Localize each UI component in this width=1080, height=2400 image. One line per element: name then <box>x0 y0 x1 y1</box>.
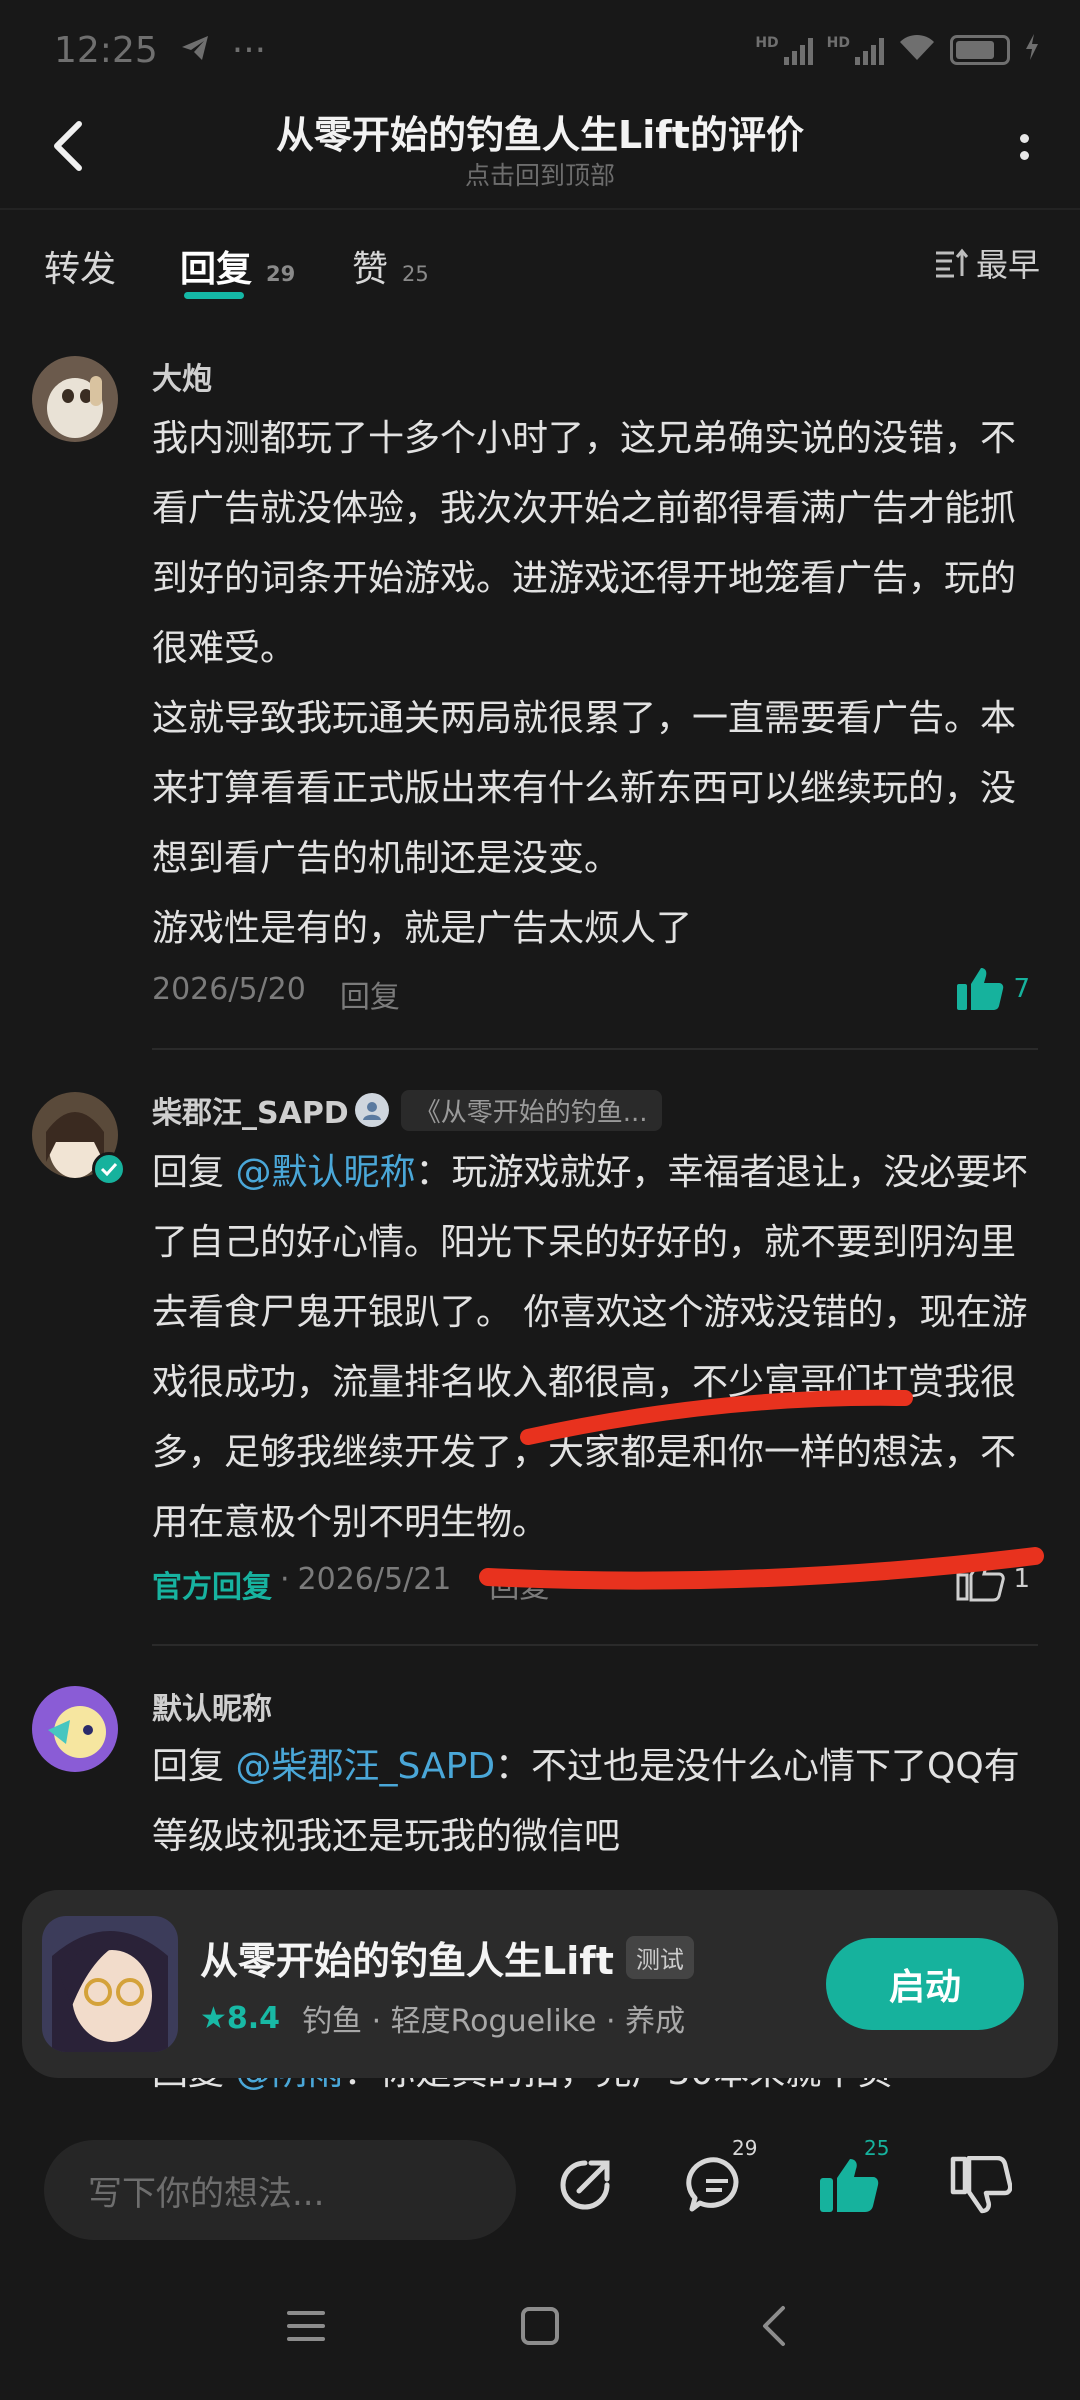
like-button-main[interactable]: 25 <box>814 2136 889 2220</box>
comment-text: 回复 @柴郡汪_SAPD：不过也是没什么心情下了QQ有等级歧视我还是玩我的微信吧 <box>152 1746 1020 1857</box>
star-icon: ★ <box>200 2000 227 2036</box>
thumbs-up-icon <box>820 2159 879 2212</box>
reply-count: 29 <box>732 2136 758 2160</box>
system-back-button[interactable] <box>744 2296 804 2356</box>
game-card[interactable]: 从零开始的钓鱼人生Lift 测试 ★8.4 钓鱼 · 轻度Roguelike ·… <box>22 1890 1058 2078</box>
avatar[interactable] <box>32 1686 118 1772</box>
game-meta: ★8.4 钓鱼 · 轻度Roguelike · 养成 <box>200 1996 685 2040</box>
action-bar: 写下你的想法... 29 25 <box>0 2110 1080 2260</box>
game-genres: 钓鱼 · 轻度Roguelike · 养成 <box>302 2004 686 2039</box>
home-button[interactable] <box>510 2296 570 2356</box>
comment-input[interactable]: 写下你的想法... <box>44 2140 516 2240</box>
comment-icon <box>686 2157 739 2212</box>
thumbs-down-icon <box>950 2156 1012 2214</box>
replies-button[interactable]: 29 <box>682 2136 757 2220</box>
chevron-left-icon <box>763 2306 785 2346</box>
comment-author[interactable]: 默认昵称 <box>152 1684 272 1728</box>
mention-link[interactable]: @柴郡汪_SAPD <box>235 1746 495 1787</box>
game-title: 从零开始的钓鱼人生Lift 测试 <box>200 1930 694 1985</box>
dislike-button[interactable] <box>946 2150 1016 2220</box>
square-icon <box>521 2307 559 2345</box>
system-navbar <box>0 2260 1080 2400</box>
share-icon <box>560 2160 610 2210</box>
launch-button[interactable]: 启动 <box>826 1938 1024 2030</box>
recents-button[interactable] <box>276 2296 336 2356</box>
share-button[interactable] <box>550 2150 620 2220</box>
game-cover-image <box>42 1916 178 2052</box>
test-badge: 测试 <box>625 1936 694 1979</box>
like-count: 25 <box>864 2136 890 2160</box>
menu-icon <box>287 2311 325 2341</box>
game-rating: ★8.4 <box>200 2000 281 2036</box>
